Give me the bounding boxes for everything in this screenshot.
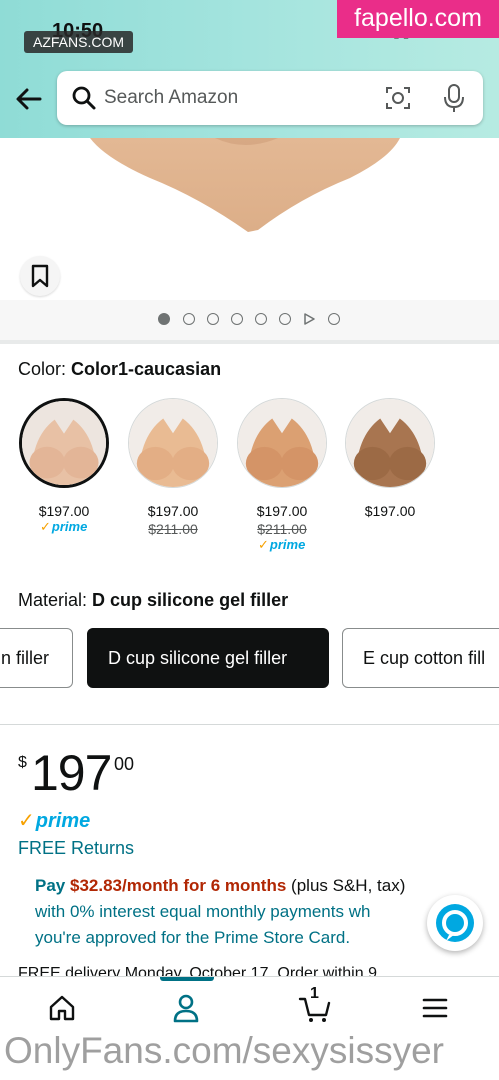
app-header: 10:50 ▮▮ ▾ ▬ AZFANS.COM fapello.com (0, 0, 499, 138)
free-returns-link[interactable]: FREE Returns (18, 838, 134, 859)
swatch-price: $197.00 (256, 503, 308, 519)
color-selected-value: Color1-caucasian (71, 359, 222, 379)
material-selected-value: D cup silicone gel filler (92, 590, 289, 610)
color-swatch-3[interactable] (237, 398, 327, 488)
color-swatch-1[interactable] (19, 398, 109, 488)
prime-check-icon: ✓ (40, 519, 51, 534)
product-photo (90, 138, 400, 232)
product-image[interactable] (0, 138, 499, 300)
swatch-price: $197.00 (147, 503, 199, 519)
swatch-thumbnail (129, 399, 217, 487)
carousel-dot[interactable] (158, 313, 170, 325)
watermark-azfans: AZFANS.COM (24, 31, 134, 53)
color-label: Color: (18, 359, 67, 379)
nav-menu[interactable] (406, 989, 466, 1033)
watermark-onlyfans: OnlyFans.com/sexysissyer (4, 1030, 444, 1071)
swatch-list-price: $211.00 (257, 521, 307, 537)
alexa-icon (436, 904, 474, 942)
section-divider (0, 724, 499, 725)
carousel-dot[interactable] (279, 313, 291, 325)
swatch-price: $197.00 (364, 503, 416, 519)
section-divider (0, 340, 499, 344)
carousel-dot[interactable] (231, 313, 243, 325)
swatch-price: $197.00 (38, 503, 90, 519)
price-fraction: 00 (114, 754, 135, 774)
swatch-prime-badge: ✓prime (258, 537, 306, 552)
search-input[interactable] (104, 82, 374, 114)
prime-check-icon: ✓ (18, 810, 35, 832)
material-option-1[interactable]: n filler (0, 628, 73, 688)
swatch-prime-badge: ✓prime (40, 519, 88, 534)
material-label: Material: (18, 590, 88, 610)
color-swatch-2[interactable] (128, 398, 218, 488)
search-bar[interactable] (57, 71, 483, 125)
video-play-icon[interactable] (303, 313, 315, 325)
prime-badge: ✓prime (18, 810, 91, 832)
material-option-2[interactable]: D cup silicone gel filler (87, 628, 329, 688)
hamburger-menu-icon (422, 998, 448, 1018)
nav-home[interactable] (33, 989, 93, 1033)
color-heading: Color: Color1-caucasian (18, 359, 221, 380)
bookmark-icon (31, 264, 49, 288)
carousel-dot[interactable] (328, 313, 340, 325)
financing-line-2: with 0% interest equal monthly payments … (35, 902, 371, 921)
price-currency: $ (18, 754, 27, 771)
watermark-fapello: fapello.com (337, 0, 499, 38)
cart-count: 1 (310, 985, 319, 1002)
financing-line-1[interactable]: Pay $32.83/month for 6 months (plus S&H,… (35, 876, 455, 896)
swatch-thumbnail (238, 399, 326, 487)
material-option-3[interactable]: E cup cotton fill (342, 628, 499, 688)
prime-check-icon: ✓ (258, 537, 269, 552)
nav-cart[interactable]: 1 (284, 985, 344, 1033)
home-icon (49, 995, 75, 1021)
save-to-list-button[interactable] (20, 256, 60, 296)
material-heading: Material: D cup silicone gel filler (18, 590, 288, 611)
carousel-dot[interactable] (207, 313, 219, 325)
swatch-list-price: $211.00 (148, 521, 198, 537)
camera-search-icon[interactable] (385, 85, 411, 111)
back-arrow-icon (16, 88, 42, 110)
microphone-icon[interactable] (443, 83, 465, 113)
swatch-thumbnail (346, 399, 434, 487)
alexa-button[interactable] (427, 895, 483, 951)
person-icon (173, 994, 199, 1023)
financing-line-3: you're approved for the Prime Store Card… (35, 928, 351, 947)
color-swatch-4[interactable] (345, 398, 435, 488)
carousel-dot[interactable] (255, 313, 267, 325)
carousel-indicator-band (0, 300, 499, 340)
price-whole: 197 (31, 745, 112, 801)
nav-account[interactable] (157, 989, 217, 1033)
swatch-thumbnail (22, 401, 106, 485)
search-icon (72, 86, 96, 110)
back-button[interactable] (12, 82, 46, 116)
nav-active-indicator (160, 977, 214, 981)
carousel-dot[interactable] (183, 313, 195, 325)
